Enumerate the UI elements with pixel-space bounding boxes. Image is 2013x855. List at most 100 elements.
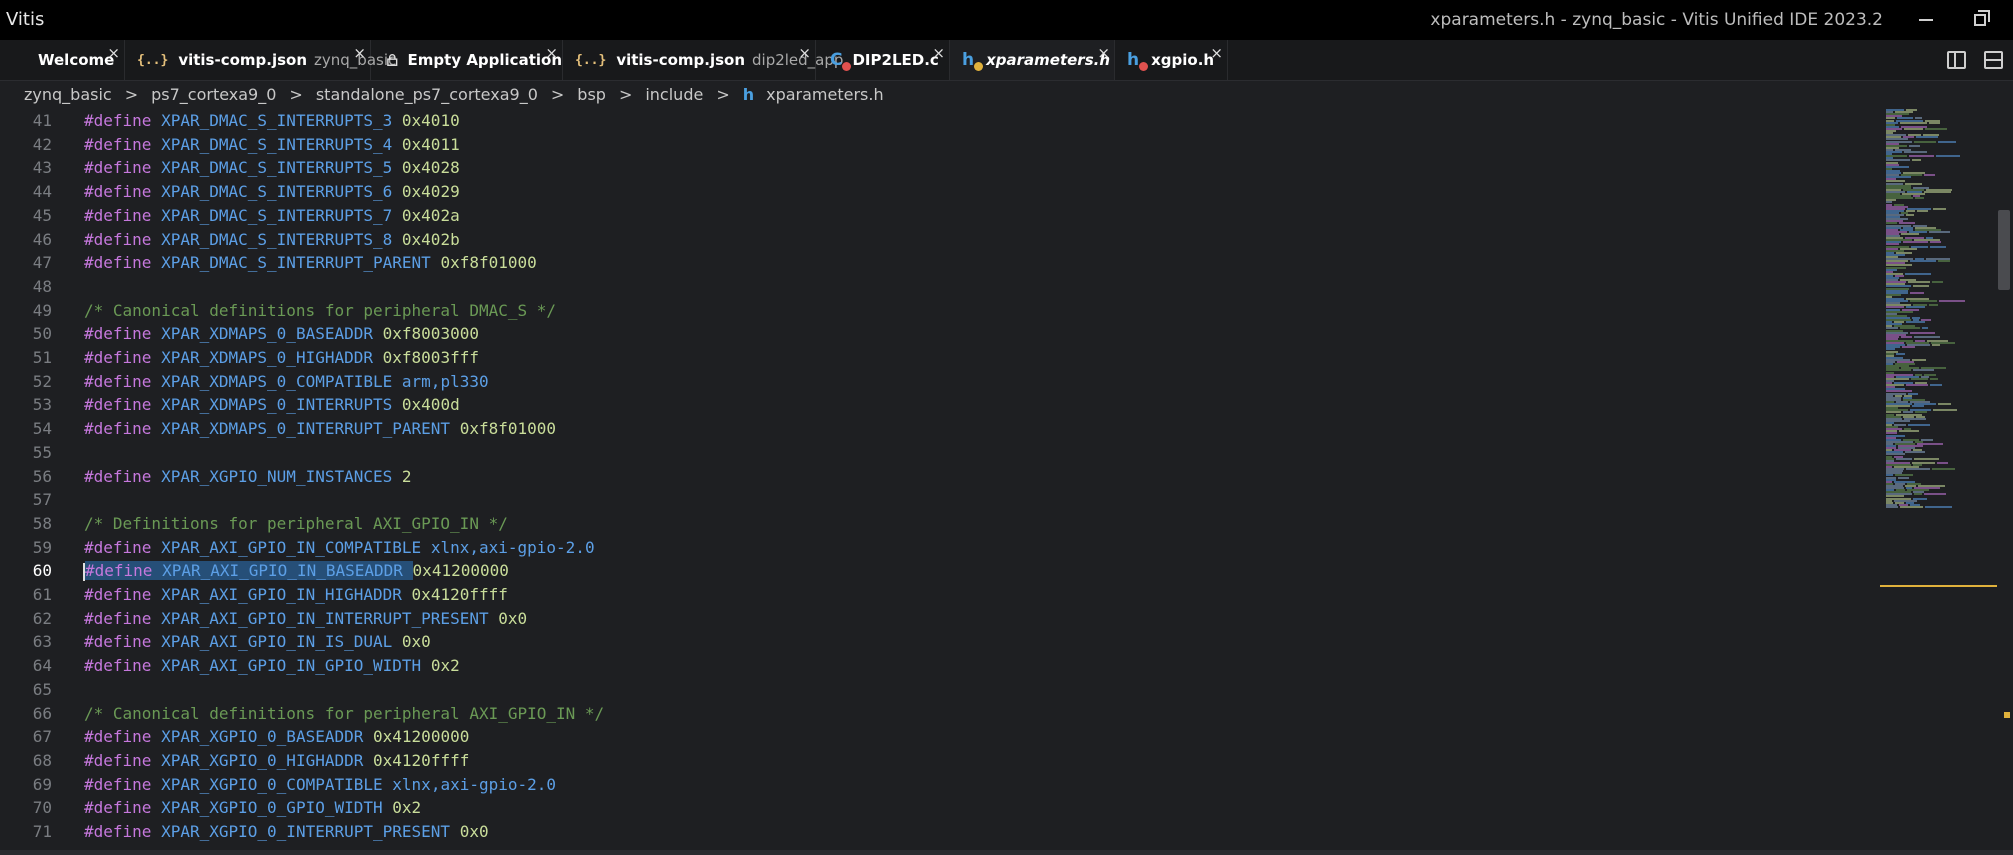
code-text: #define XPAR_DMAC_S_INTERRUPT_PARENT 0xf… — [84, 251, 537, 275]
code-line[interactable]: 44 #define XPAR_DMAC_S_INTERRUPTS_6 0x402… — [0, 180, 1880, 204]
macro-value: 0xf8003000 — [382, 324, 479, 344]
breadcrumb-item[interactable]: standalone_ps7_cortexa9_0 — [316, 85, 538, 104]
line-number: 52 — [32, 371, 52, 391]
code-line[interactable]: 65 — [0, 678, 1880, 702]
close-icon[interactable]: × — [1097, 44, 1110, 62]
code-line[interactable]: 46 #define XPAR_DMAC_S_INTERRUPTS_8 0x402… — [0, 228, 1880, 252]
line-number: 67 — [32, 727, 52, 747]
minimap-line — [1930, 377, 1938, 380]
code-line[interactable]: 58 /* Definitions for peripheral AXI_GPIO… — [0, 512, 1880, 536]
tab-vitis-comp-dip2led-app[interactable]: {..} vitis-comp.json dip2led_app × — [563, 40, 843, 80]
minimap-line — [1910, 300, 1937, 303]
horizontal-scrollbar[interactable] — [0, 850, 2013, 855]
minimap-line — [1912, 358, 1926, 361]
define-keyword: #define — [85, 561, 153, 581]
code-line[interactable]: 42 #define XPAR_DMAC_S_INTERRUPTS_4 0x401… — [0, 133, 1880, 157]
breadcrumb-item[interactable]: xparameters.h — [766, 85, 884, 104]
code-line[interactable]: 54 #define XPAR_XDMAPS_0_INTERRUPT_PARENT… — [0, 417, 1880, 441]
chevron-right-icon: > — [618, 84, 633, 104]
code-editor[interactable]: 41 #define XPAR_DMAC_S_INTERRUPTS_3 0x401… — [0, 109, 1880, 849]
define-keyword: #define — [84, 466, 152, 486]
line-number: 71 — [32, 822, 52, 841]
close-icon[interactable]: × — [107, 44, 120, 62]
code-line[interactable]: 45 #define XPAR_DMAC_S_INTERRUPTS_7 0x402… — [0, 204, 1880, 228]
code-line[interactable]: 41 #define XPAR_DMAC_S_INTERRUPTS_3 0x401… — [0, 109, 1880, 133]
code-line[interactable]: 51 #define XPAR_XDMAPS_0_HIGHADDR 0xf8003… — [0, 346, 1880, 370]
code-line[interactable]: 53 #define XPAR_XDMAPS_0_INTERRUPTS 0x400… — [0, 393, 1880, 417]
macro-name: XPAR_AXI_GPIO_IN_HIGHADDR — [161, 585, 402, 604]
code-text: #define XPAR_AXI_GPIO_IN_COMPATIBLE xlnx… — [84, 536, 595, 560]
macro-name: XPAR_DMAC_S_INTERRUPTS_4 — [161, 134, 393, 154]
code-text: #define XPAR_XDMAPS_0_BASEADDR 0xf800300… — [84, 322, 479, 346]
code-line[interactable]: 61 #define XPAR_AXI_GPIO_IN_HIGHADDR 0x41… — [0, 583, 1880, 607]
macro-name: XPAR_AXI_GPIO_IN_INTERRUPT_PRESENT — [161, 608, 489, 628]
minimap[interactable] — [1880, 107, 1998, 852]
tab-welcome[interactable]: Welcome × — [0, 40, 125, 80]
breadcrumb-item[interactable]: zynq_basic — [24, 85, 112, 104]
code-line[interactable]: 71 #define XPAR_XGPIO_0_INTERRUPT_PRESENT… — [0, 820, 1880, 844]
close-icon[interactable]: × — [1210, 44, 1223, 62]
editor-tab-bar: Welcome × {..} vitis-comp.json zynq_basi… — [0, 40, 2013, 81]
code-line[interactable]: 55 — [0, 441, 1880, 465]
code-line[interactable]: 47 #define XPAR_DMAC_S_INTERRUPT_PARENT 0… — [0, 251, 1880, 275]
close-icon[interactable]: × — [932, 44, 945, 62]
breadcrumb-item[interactable]: include — [645, 85, 703, 104]
editor-actions — [1947, 40, 2003, 80]
scrollbar-thumb[interactable] — [1998, 210, 2010, 290]
tab-vitis-comp-zynq-basic[interactable]: {..} vitis-comp.json zynq_basic × — [125, 40, 396, 80]
define-keyword: #define — [84, 798, 152, 818]
code-line[interactable]: 56 #define XPAR_XGPIO_NUM_INSTANCES 2 — [0, 465, 1880, 489]
code-line[interactable]: 67 #define XPAR_XGPIO_0_BASEADDR 0x412000… — [0, 725, 1880, 749]
code-line[interactable]: 69 #define XPAR_XGPIO_0_COMPATIBLE xlnx,a… — [0, 773, 1880, 797]
split-editor-right-icon[interactable] — [1947, 51, 1966, 69]
breadcrumb-item[interactable]: ps7_cortexa9_0 — [151, 85, 276, 104]
minimap-line — [1900, 327, 1920, 330]
code-line[interactable]: 68 #define XPAR_XGPIO_0_HIGHADDR 0x4120ff… — [0, 749, 1880, 773]
define-keyword: #define — [84, 727, 152, 747]
code-text: #define XPAR_DMAC_S_INTERRUPTS_6 0x4029 — [84, 180, 460, 204]
tab-empty-application[interactable]: Empty Application × — [371, 40, 563, 80]
code-text: #define XPAR_XDMAPS_0_HIGHADDR 0xf8003ff… — [84, 346, 479, 370]
chevron-right-icon: > — [716, 84, 730, 104]
split-editor-down-icon[interactable] — [1984, 51, 2003, 69]
code-line[interactable]: 60 #define XPAR_AXI_GPIO_IN_BASEADDR 0x41… — [0, 559, 1880, 583]
line-number: 55 — [32, 442, 52, 462]
minimap-line — [1900, 505, 1923, 508]
code-line[interactable]: 63 #define XPAR_AXI_GPIO_IN_IS_DUAL 0x0 — [0, 630, 1880, 654]
code-line[interactable]: 48 — [0, 275, 1880, 299]
scrollbar-warning-marker — [2004, 712, 2010, 718]
code-line[interactable]: 64 #define XPAR_AXI_GPIO_IN_GPIO_WIDTH 0x… — [0, 654, 1880, 678]
close-icon[interactable]: × — [798, 44, 811, 62]
minimap-line — [1937, 461, 1948, 464]
code-line[interactable]: 70 #define XPAR_XGPIO_0_GPIO_WIDTH 0x2 — [0, 796, 1880, 820]
code-line[interactable]: 43 #define XPAR_DMAC_S_INTERRUPTS_5 0x402… — [0, 156, 1880, 180]
macro-name: XPAR_XGPIO_0_COMPATIBLE — [161, 774, 383, 794]
code-line[interactable]: 66 /* Canonical definitions for periphera… — [0, 702, 1880, 726]
code-line[interactable]: 59 #define XPAR_AXI_GPIO_IN_COMPATIBLE xl… — [0, 536, 1880, 560]
code-line[interactable]: 57 — [0, 488, 1880, 512]
define-keyword: #define — [84, 253, 152, 273]
minimap-current-line — [1880, 585, 1998, 587]
minimap-line — [1886, 505, 1898, 508]
tab-xgpio-h[interactable]: h xgpio.h × — [1115, 40, 1228, 80]
restore-button[interactable] — [1963, 8, 1997, 32]
code-line[interactable]: 50 #define XPAR_XDMAPS_0_BASEADDR 0xf8003… — [0, 322, 1880, 346]
minimap-line — [1914, 457, 1939, 460]
code-line[interactable]: 62 #define XPAR_AXI_GPIO_IN_INTERRUPT_PRE… — [0, 607, 1880, 631]
minimap-line — [1938, 260, 1950, 263]
close-icon[interactable]: × — [353, 44, 366, 62]
breadcrumb-item[interactable]: bsp — [577, 85, 606, 104]
code-text: #define XPAR_XGPIO_0_GPIO_WIDTH 0x2 — [84, 796, 421, 820]
code-line[interactable]: 52 #define XPAR_XDMAPS_0_COMPATIBLE arm,p… — [0, 370, 1880, 394]
minimap-line — [1910, 331, 1935, 334]
line-number: 61 — [32, 585, 52, 604]
minimize-button[interactable] — [1909, 8, 1943, 32]
code-text: #define XPAR_XGPIO_0_HIGHADDR 0x4120ffff — [84, 749, 469, 773]
code-line[interactable]: 49 /* Canonical definitions for periphera… — [0, 299, 1880, 323]
minimap-line — [1906, 468, 1930, 471]
tab-dip2led-c[interactable]: C DIP2LED.c × — [816, 40, 950, 80]
line-number: 54 — [32, 419, 52, 439]
tab-xparameters-h[interactable]: h xparameters.h × — [950, 40, 1115, 80]
close-icon[interactable]: × — [545, 44, 558, 62]
line-number: 62 — [32, 608, 52, 628]
